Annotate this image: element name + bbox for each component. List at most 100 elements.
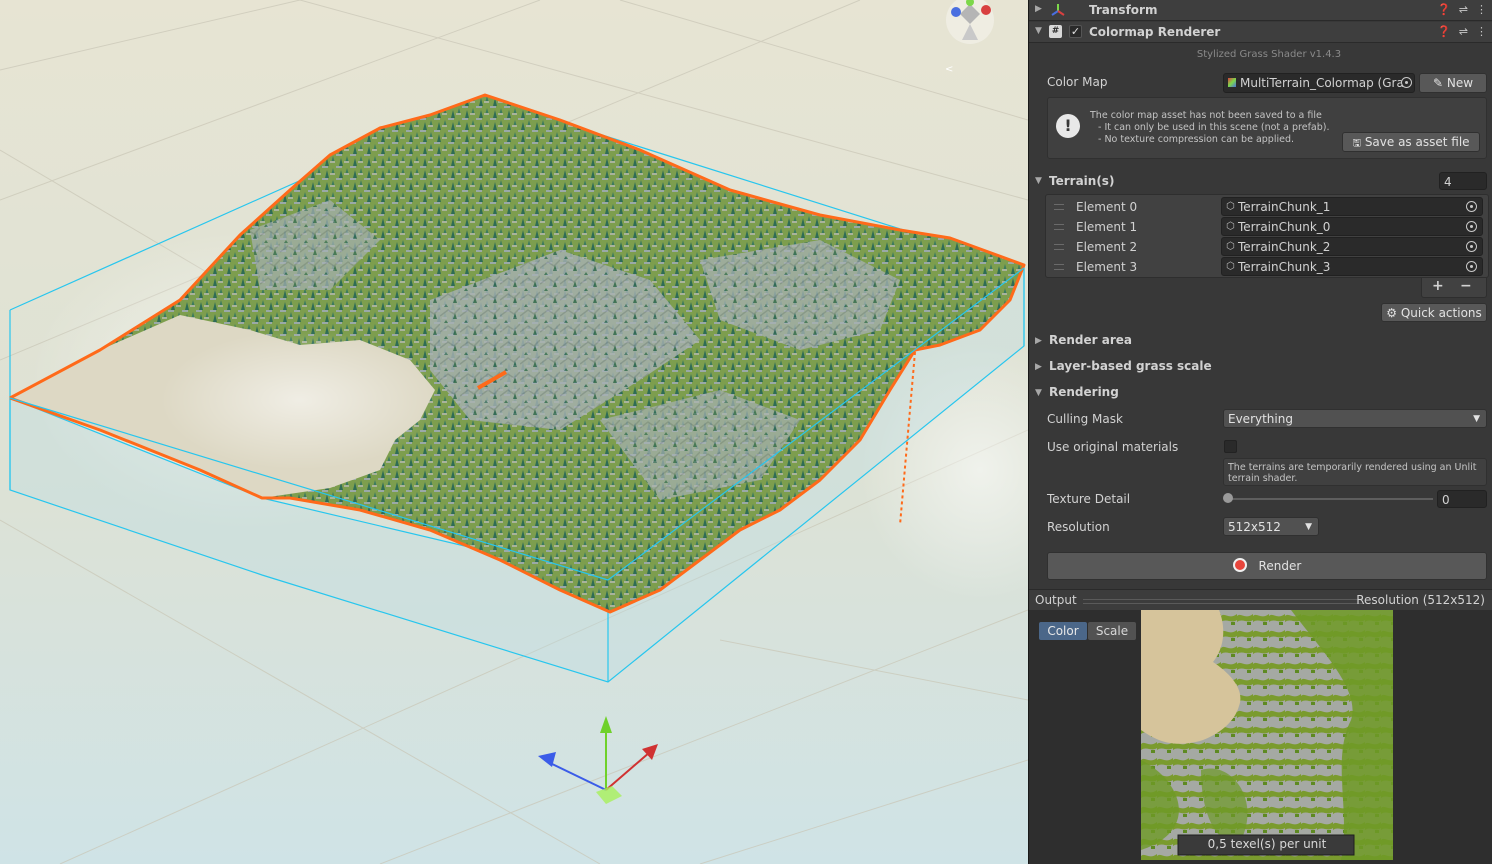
render-button[interactable]: Render [1047, 552, 1487, 580]
version-label: Stylized Grass Shader v1.4.3 [1196, 49, 1342, 60]
foldout-arrow-icon[interactable]: ▶ [1035, 362, 1042, 372]
colormap-preview [1141, 610, 1393, 860]
culling-mask-dropdown[interactable]: Everything ▼ [1223, 409, 1487, 428]
warning-icon: ! [1056, 114, 1080, 138]
terrain-field[interactable]: ⬡ TerrainChunk_2 [1221, 237, 1483, 256]
quick-actions-label: Quick actions [1400, 306, 1482, 320]
transform-title: Transform [1089, 3, 1158, 17]
list-item[interactable]: Element 1 ⬡ TerrainChunk_0 [1046, 217, 1488, 237]
inspector-panel: ▶ Transform ❓ ⇌ ⋮ ▼ # ✓ Colormap Rendere… [1028, 0, 1492, 864]
add-element-button[interactable]: + [1432, 278, 1444, 294]
record-icon [1232, 558, 1247, 572]
terrain-value: TerrainChunk_1 [1238, 200, 1331, 214]
save-asset-label: Save as asset file [1364, 135, 1470, 149]
enabled-checkbox[interactable]: ✓ [1069, 25, 1082, 38]
svg-text:<: < [945, 64, 953, 75]
texture-detail-slider-track[interactable] [1227, 498, 1433, 500]
component-header-icons: ❓ ⇌ ⋮ [1437, 25, 1487, 38]
texture-detail-field[interactable]: 0 [1437, 490, 1487, 508]
pencil-icon: ✎ [1432, 76, 1444, 90]
scene-viewport[interactable]: < [0, 0, 1028, 864]
terrain-icon: ⬡ [1226, 241, 1235, 252]
render-note-box: The terrains are temporarily rendered us… [1223, 458, 1487, 486]
terrain-value: TerrainChunk_3 [1238, 260, 1331, 274]
layer-scale-foldout[interactable]: Layer-based grass scale [1049, 359, 1212, 373]
output-divider [1083, 599, 1363, 604]
color-map-value: MultiTerrain_Colormap (Gras [1240, 76, 1411, 90]
presets-icon[interactable]: ⇌ [1459, 25, 1468, 38]
component-title: Colormap Renderer [1089, 25, 1221, 39]
terrain-field[interactable]: ⬡ TerrainChunk_1 [1221, 197, 1483, 216]
foldout-arrow-icon[interactable]: ▶ [1035, 4, 1042, 14]
warning-line-3: - No texture compression can be applied. [1098, 134, 1295, 145]
render-button-label: Render [1258, 559, 1302, 573]
foldout-arrow-icon[interactable]: ▼ [1035, 26, 1042, 36]
object-picker-icon[interactable] [1401, 77, 1412, 88]
tab-scale[interactable]: Scale [1088, 622, 1136, 640]
drag-handle-icon[interactable] [1054, 244, 1064, 250]
terrain-icon: ⬡ [1226, 221, 1235, 232]
note-line-1: The terrains are temporarily rendered us… [1228, 462, 1477, 473]
warning-text: The color map asset has not been saved t… [1090, 110, 1330, 146]
chevron-down-icon: ▼ [1473, 414, 1480, 424]
drag-handle-icon[interactable] [1054, 224, 1064, 230]
terrains-label[interactable]: Terrain(s) [1049, 174, 1114, 188]
list-item[interactable]: Element 3 ⬡ TerrainChunk_3 [1046, 257, 1488, 277]
color-map-field[interactable]: MultiTerrain_Colormap (Gras [1223, 73, 1415, 93]
culling-mask-value: Everything [1228, 412, 1293, 426]
transform-header[interactable]: ▶ Transform ❓ ⇌ ⋮ [1029, 0, 1492, 21]
list-footer: + − [1421, 278, 1487, 298]
render-area-foldout[interactable]: Render area [1049, 333, 1132, 347]
tab-color[interactable]: Color [1039, 622, 1087, 640]
output-area: Color Scale 0,5 texel(s) per unit [1029, 610, 1492, 864]
terrain-value: TerrainChunk_2 [1238, 240, 1331, 254]
terrain-icon: ⬡ [1226, 261, 1235, 272]
save-asset-button[interactable]: 🖫 Save as asset file [1342, 132, 1480, 152]
resolution-value: 512x512 [1228, 520, 1281, 534]
remove-element-button[interactable]: − [1460, 278, 1472, 294]
warning-box: ! The color map asset has not been saved… [1047, 97, 1487, 159]
component-header[interactable]: ▼ # ✓ Colormap Renderer ❓ ⇌ ⋮ [1029, 22, 1492, 43]
element-label: Element 1 [1076, 220, 1138, 234]
kebab-menu-icon[interactable]: ⋮ [1476, 3, 1487, 16]
foldout-arrow-icon[interactable]: ▼ [1035, 388, 1042, 398]
scene-view[interactable]: < [0, 0, 1028, 864]
terrain-icon: ⬡ [1226, 201, 1235, 212]
transform-icon [1051, 4, 1065, 16]
object-picker-icon[interactable] [1466, 201, 1477, 212]
use-original-label: Use original materials [1047, 440, 1179, 454]
color-map-label: Color Map [1047, 75, 1108, 89]
rendering-foldout[interactable]: Rendering [1049, 385, 1119, 399]
texture-detail-label: Texture Detail [1047, 492, 1131, 506]
object-picker-icon[interactable] [1466, 221, 1477, 232]
use-original-checkbox[interactable] [1224, 440, 1237, 453]
object-picker-icon[interactable] [1466, 241, 1477, 252]
presets-icon[interactable]: ⇌ [1459, 3, 1468, 16]
terrain-field[interactable]: ⬡ TerrainChunk_0 [1221, 217, 1483, 236]
terrains-count-field[interactable]: 4 [1439, 172, 1487, 190]
warning-line-2: - It can only be used in this scene (not… [1098, 122, 1330, 133]
resolution-dropdown[interactable]: 512x512 ▼ [1223, 517, 1319, 536]
object-picker-icon[interactable] [1466, 261, 1477, 272]
output-label: Output [1035, 593, 1077, 607]
output-resolution: Resolution (512x512) [1356, 593, 1485, 607]
help-icon[interactable]: ❓ [1437, 3, 1451, 16]
drag-handle-icon[interactable] [1054, 204, 1064, 210]
gear-icon: ⚙ [1386, 306, 1397, 320]
resolution-label: Resolution [1047, 520, 1110, 534]
terrain-field[interactable]: ⬡ TerrainChunk_3 [1221, 257, 1483, 276]
note-line-2: terrain shader. [1228, 473, 1298, 484]
quick-actions-button[interactable]: ⚙ Quick actions [1381, 303, 1487, 322]
foldout-arrow-icon[interactable]: ▼ [1035, 176, 1042, 186]
list-item[interactable]: Element 2 ⬡ TerrainChunk_2 [1046, 237, 1488, 257]
help-icon[interactable]: ❓ [1437, 25, 1451, 38]
texture-detail-slider-handle[interactable] [1223, 493, 1233, 503]
terrain-value: TerrainChunk_0 [1238, 220, 1331, 234]
drag-handle-icon[interactable] [1054, 264, 1064, 270]
culling-mask-label: Culling Mask [1047, 412, 1123, 426]
chevron-down-icon: ▼ [1305, 522, 1312, 532]
kebab-menu-icon[interactable]: ⋮ [1476, 25, 1487, 38]
new-button[interactable]: ✎ New [1419, 73, 1487, 93]
list-item[interactable]: Element 0 ⬡ TerrainChunk_1 [1046, 197, 1488, 217]
foldout-arrow-icon[interactable]: ▶ [1035, 336, 1042, 346]
